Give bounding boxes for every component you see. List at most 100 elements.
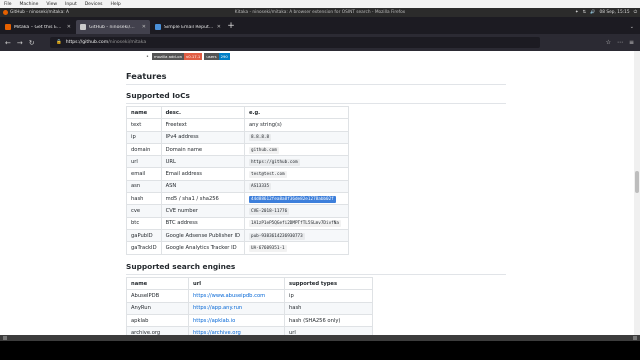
hamburger-menu-icon[interactable]: ≡ (629, 39, 634, 46)
url-bar[interactable]: 🔒 https://github.com/ninoseki/mitaka (50, 37, 540, 48)
table-row: archive.org https://archive.org url (126, 326, 373, 335)
window-title: Kitaka - ninoseki/mitaka: A browser exte… (234, 10, 406, 15)
table-header-row: name url supported types (126, 276, 373, 291)
ioc-name-cell: email (126, 167, 162, 181)
reload-icon[interactable]: ↻ (29, 39, 35, 47)
ioc-desc-cell: BTC address (160, 216, 245, 230)
ioc-name-cell: asn (126, 179, 162, 194)
ioc-example-cell: 44d88612fea8a8f36de82e1278abb02f (243, 192, 349, 206)
column-header: name (126, 276, 189, 291)
url-host: https://github.com (65, 40, 109, 45)
ioc-example-code: test@test.com (248, 171, 287, 179)
engine-url-link[interactable]: https://app.any.run (193, 305, 242, 311)
nav-actions: ☆ ⋯ ≡ (606, 39, 634, 46)
vm-menu-item-file[interactable]: File (0, 2, 16, 7)
ioc-example-code: pub-9383614236930773 (248, 232, 305, 240)
column-header: desc. (160, 105, 245, 120)
ioc-example-cell: UA-67609351-1 (243, 241, 349, 255)
vm-menu-item-view[interactable]: View (42, 2, 61, 7)
ioc-desc-cell: Freetext (160, 118, 245, 132)
badge-row: • mozilla add-on v0.17.1 users 290 (146, 53, 230, 60)
close-icon[interactable]: ✕ (217, 24, 221, 30)
table-row: text Freetext any string(s) (126, 118, 349, 132)
engine-types-cell: hash (SHA256 only) (284, 313, 373, 328)
top-panel: GitHub - ninoseki/mitaka: A Kitaka - nin… (0, 8, 640, 17)
table-row: hash md5 / sha1 / sha256 44d88612fea8a8f36… (126, 192, 349, 206)
emailrep-favicon-icon (155, 24, 161, 30)
table-row: gaPubID Google Adsense Publisher ID pub-93… (126, 228, 349, 243)
tab-label: Mitaka – Get this Extension (14, 24, 64, 30)
users-badge[interactable]: users 290 (204, 53, 230, 60)
new-tab-button[interactable]: + (225, 20, 237, 34)
lock-icon: 🔒 (56, 40, 62, 45)
github-favicon-icon (80, 24, 86, 30)
navigation-bar: ← → ↻ 🔒 https://github.com/ninoseki/mita… (0, 34, 640, 51)
bookmark-star-icon[interactable]: ☆ (606, 39, 611, 46)
volume-icon[interactable]: 🔊 (590, 10, 595, 15)
ioc-example-cell: pub-9383614236930773 (243, 228, 349, 243)
ioc-name-cell: btc (126, 216, 162, 230)
vm-menu-item-help[interactable]: Help (106, 2, 124, 7)
engine-name-cell: apklab (126, 313, 189, 328)
ioc-name-cell: domain (126, 142, 162, 157)
vm-menu-item-machine[interactable]: Machine (16, 2, 43, 7)
close-icon[interactable]: ✕ (67, 24, 71, 30)
engine-url-link[interactable]: https://apklab.io (193, 318, 235, 324)
page-scrollbar[interactable] (634, 51, 640, 335)
ioc-example-cell: CVE-2018-11776 (243, 204, 349, 218)
workspace-icon[interactable] (633, 336, 637, 340)
transfer-icon[interactable]: ⇅ (583, 10, 587, 15)
column-header: e.g. (243, 105, 349, 120)
engine-name-cell: archive.org (126, 326, 189, 335)
ioc-example-code: https://github.com (248, 158, 300, 166)
tab-email-reputation[interactable]: Simple Email Reputation ✕ (151, 20, 225, 34)
ioc-desc-cell: Domain name (160, 142, 245, 157)
show-desktop-icon[interactable] (3, 336, 7, 340)
list-all-tabs-icon[interactable]: ⌄ (630, 20, 634, 34)
system-tray: ✦ ⇅ 🔊 08 Sep, 15:15 ⏻ (575, 10, 637, 15)
engine-url-cell: https://archive.org (188, 326, 285, 335)
power-icon[interactable]: ⏻ (634, 10, 637, 15)
mozilla-addon-badge[interactable]: mozilla add-on v0.17.1 (151, 53, 203, 60)
table-header-row: name desc. e.g. (126, 105, 349, 120)
engine-types-cell: ip (284, 289, 373, 303)
close-icon[interactable]: ✕ (142, 24, 146, 30)
tab-label: Simple Email Reputation (164, 24, 214, 30)
tab-label: GitHub - ninoseki/mitaka: A (89, 24, 139, 30)
clock[interactable]: 08 Sep, 15:15 (600, 10, 630, 15)
ioc-example-code: 1A1zP1eP5QGefi2DMPTfTL5SLmv7DivfNa (248, 220, 341, 228)
table-row: cve CVE number CVE-2018-11776 (126, 204, 349, 218)
ioc-example-code: github.com (248, 146, 279, 154)
engine-url-link[interactable]: https://www.abuseipdb.com (193, 293, 265, 299)
ioc-example-cell: github.com (243, 142, 349, 157)
table-row: domain Domain name github.com (126, 142, 349, 157)
back-icon[interactable]: ← (5, 39, 11, 47)
column-header: url (188, 276, 285, 291)
selected-hash-example: 44d88612fea8a8f36de82e1278abb02f (248, 195, 336, 203)
ioc-name-cell: gaTrackID (126, 241, 162, 255)
engine-types-cell: hash (284, 301, 373, 315)
more-actions-icon[interactable]: ⋯ (617, 39, 623, 46)
scrollbar-thumb[interactable] (635, 171, 639, 193)
supported-iocs-heading: Supported IoCs (126, 91, 190, 100)
ioc-name-cell: ip (126, 130, 162, 144)
ioc-desc-cell: Google Adsense Publisher ID (160, 228, 245, 243)
ioc-desc-cell: CVE number (160, 204, 245, 218)
table-row: gaTrackID Google Analytics Tracker ID UA-6… (126, 241, 349, 255)
table-row: AbuseIPDB https://www.abuseipdb.com ip (126, 289, 373, 303)
ioc-example-cell: AS13335 (243, 179, 349, 194)
network-icon[interactable]: ✦ (575, 10, 579, 15)
tab-github-mitaka[interactable]: GitHub - ninoseki/mitaka: A ✕ (76, 20, 150, 34)
ioc-example-cell: test@test.com (243, 167, 349, 181)
heading-rule (126, 84, 506, 85)
vm-menu-item-devices[interactable]: Devices (81, 2, 107, 7)
ioc-example-code: CVE-2018-11776 (248, 208, 290, 216)
tab-bar: Mitaka – Get this Extension ✕ GitHub - n… (0, 17, 640, 34)
table-row: asn ASN AS13335 (126, 179, 349, 194)
vm-menu-item-input[interactable]: Input (61, 2, 81, 7)
screen: File Machine View Input Devices Help GitHub -… (0, 0, 640, 360)
ioc-name-cell: gaPubID (126, 228, 162, 243)
engine-url-cell: https://app.any.run (188, 301, 285, 315)
tab-mitaka-addon[interactable]: Mitaka – Get this Extension ✕ (1, 20, 75, 34)
forward-icon[interactable]: → (17, 39, 23, 47)
